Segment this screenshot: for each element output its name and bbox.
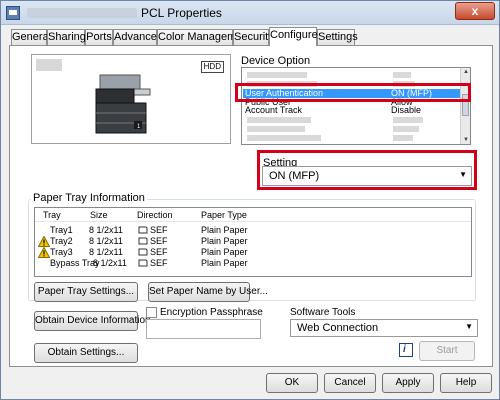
tab-general[interactable]: General — [11, 29, 51, 45]
tray-name: Tray3 — [50, 247, 73, 257]
help-button[interactable]: Help — [440, 373, 492, 393]
encryption-passphrase-checkbox[interactable] — [146, 307, 157, 318]
info-button[interactable]: i — [399, 343, 413, 357]
tray-size: 8 1/2x11 — [93, 258, 127, 268]
device-option-label: Device Option — [241, 55, 311, 67]
table-row[interactable]: Tray2 8 1/2x11 SEF Plain Paper — [35, 236, 471, 247]
encryption-passphrase-field[interactable] — [146, 319, 261, 339]
col-header-direction: Direction — [137, 210, 173, 220]
blurred-option-row — [243, 71, 461, 80]
tray-paper-type: Plain Paper — [201, 258, 248, 268]
paper-tray-settings-button[interactable]: Paper Tray Settings... — [34, 282, 138, 302]
tray-name: Tray1 — [50, 225, 73, 235]
table-row[interactable]: Bypass Tray 8 1/2x11 SEF Plain Paper — [35, 258, 471, 269]
tray-paper-type: Plain Paper — [201, 247, 248, 257]
blurred-option-row — [243, 125, 461, 134]
col-header-tray: Tray — [43, 210, 61, 220]
close-icon: x — [471, 4, 479, 18]
chevron-down-icon: ▼ — [459, 170, 467, 179]
info-icon: i — [403, 344, 406, 355]
device-option-list[interactable]: User Authentication ON (MFP) Public User A… — [241, 67, 471, 145]
tab-advanced[interactable]: Advanced — [113, 29, 163, 45]
tray-direction: SEF — [150, 247, 168, 257]
software-tools-value: Web Connection — [297, 322, 379, 334]
option-row-account-track[interactable]: Account Track Disable — [243, 106, 461, 115]
title-bar: PCL Properties x — [1, 1, 499, 25]
warning-icon — [38, 247, 50, 258]
tab-ports[interactable]: Ports — [85, 29, 113, 45]
blurred-model-name — [36, 59, 62, 71]
paper-sef-icon — [138, 259, 148, 267]
warning-icon — [38, 236, 50, 247]
blurred-printer-name — [27, 8, 137, 18]
device-list-scrollbar[interactable]: ▲ ▼ — [460, 68, 470, 144]
tray-size: 8 1/2x11 — [89, 236, 123, 246]
paper-sef-icon — [138, 248, 148, 256]
tray-paper-type: Plain Paper — [201, 236, 248, 246]
tray-direction: SEF — [150, 236, 168, 246]
tray-size: 8 1/2x11 — [89, 225, 123, 235]
option-name: Account Track — [245, 105, 303, 115]
printer-app-icon — [6, 6, 20, 20]
setting-value: ON (MFP) — [269, 170, 320, 182]
scroll-up-icon[interactable]: ▲ — [463, 69, 469, 75]
blurred-option-row — [243, 116, 461, 125]
tab-configure[interactable]: Configure — [269, 27, 318, 46]
tray-direction: SEF — [150, 258, 168, 268]
obtain-device-information-button[interactable]: Obtain Device Information — [34, 311, 151, 331]
tray-paper-type: Plain Paper — [201, 225, 248, 235]
software-tools-label: Software Tools — [290, 307, 356, 318]
tab-sharing[interactable]: Sharing — [47, 29, 86, 45]
software-tools-dropdown[interactable]: Web Connection ▼ — [290, 319, 478, 337]
obtain-settings-button[interactable]: Obtain Settings... — [34, 343, 138, 363]
tray-name: Tray2 — [50, 236, 73, 246]
properties-window: PCL Properties x General Sharing Ports A… — [0, 0, 500, 400]
table-row[interactable]: Tray3 8 1/2x11 SEF Plain Paper — [35, 247, 471, 258]
paper-sef-icon — [138, 237, 148, 245]
tab-color-management[interactable]: Color Management — [157, 29, 252, 45]
set-paper-name-button[interactable]: Set Paper Name by User... — [148, 282, 268, 302]
tray-direction: SEF — [150, 225, 168, 235]
paper-tray-table: Tray Size Direction Paper Type Tray1 8 1… — [34, 207, 472, 277]
blurred-option-row — [243, 134, 461, 143]
tab-settings[interactable]: Settings — [317, 29, 358, 45]
device-preview: HDD 1 — [31, 54, 231, 144]
paper-sef-icon — [138, 226, 148, 234]
scroll-thumb[interactable] — [462, 94, 469, 116]
hdd-badge: HDD — [200, 61, 224, 73]
tab-security[interactable]: Security — [233, 29, 274, 45]
encryption-passphrase-label: Encryption Passphrase — [160, 307, 263, 318]
setting-dropdown[interactable]: ON (MFP) ▼ — [262, 166, 472, 186]
apply-button[interactable]: Apply — [382, 373, 434, 393]
paper-tray-title: Paper Tray Information — [31, 192, 147, 204]
scroll-down-icon[interactable]: ▼ — [463, 137, 469, 143]
option-value: Disable — [391, 105, 422, 115]
start-button[interactable]: Start — [419, 341, 475, 361]
col-header-size: Size — [90, 210, 108, 220]
chevron-down-icon: ▼ — [465, 322, 473, 331]
printer-machine-image: 1 — [95, 74, 151, 134]
col-header-paper-type: Paper Type — [201, 210, 247, 220]
table-row[interactable]: Tray1 8 1/2x11 SEF Plain Paper — [35, 225, 471, 236]
ok-button[interactable]: OK — [266, 373, 318, 393]
close-button[interactable]: x — [455, 2, 495, 20]
header-divider — [35, 221, 471, 222]
cancel-button[interactable]: Cancel — [324, 373, 376, 393]
tray-size: 8 1/2x11 — [89, 247, 123, 257]
window-title: PCL Properties — [141, 6, 222, 20]
